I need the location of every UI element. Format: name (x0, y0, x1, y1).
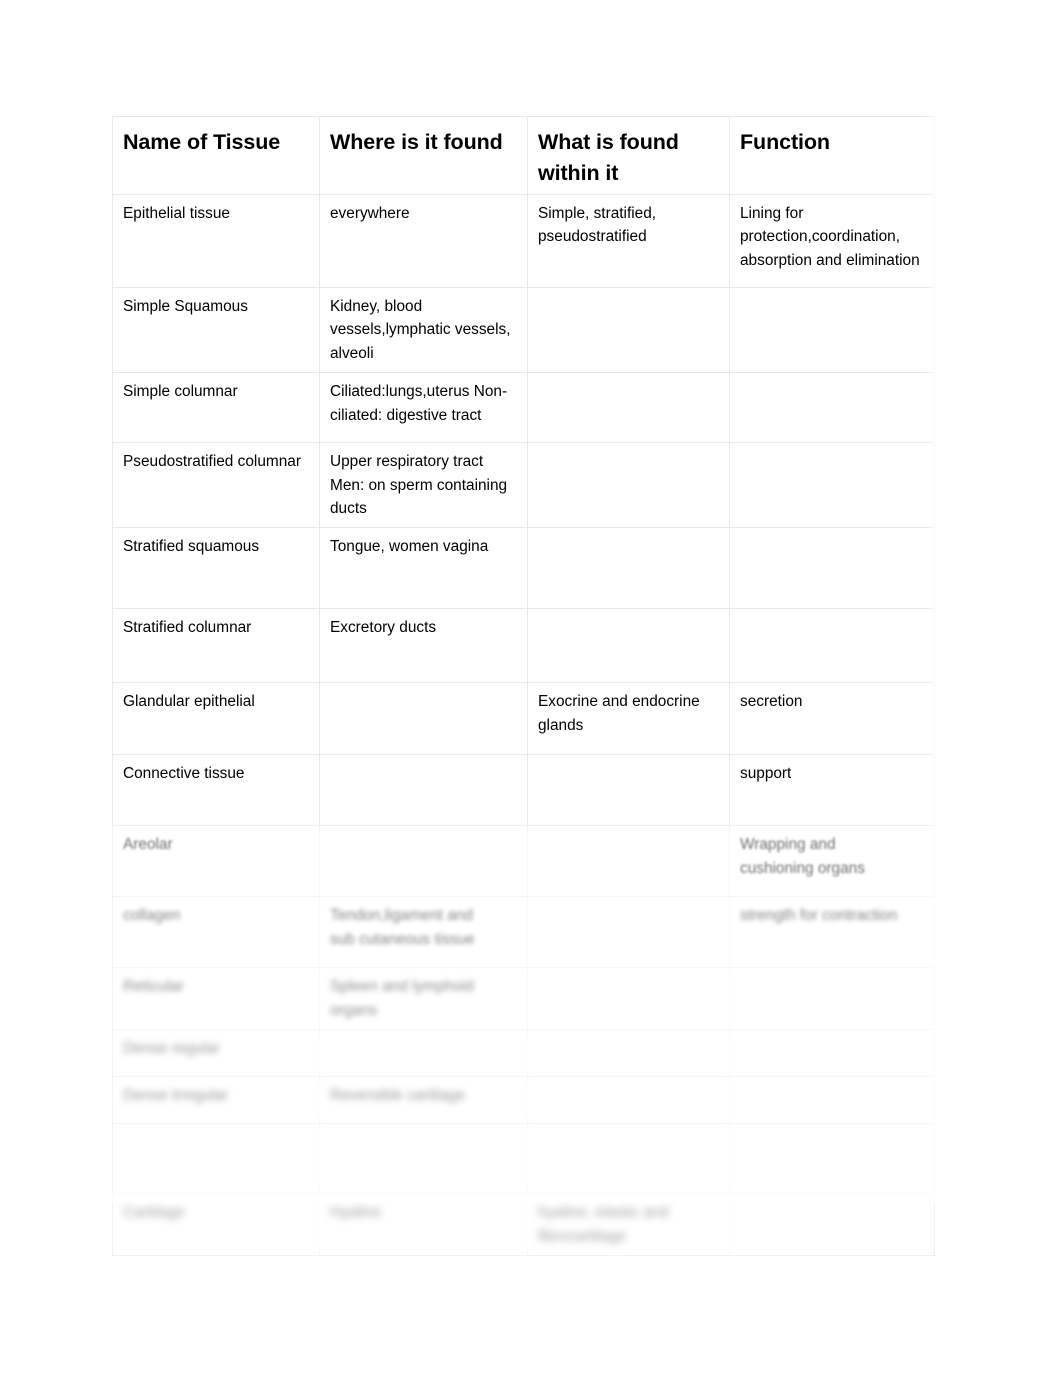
tissue-table: Name of Tissue Where is it found What is… (112, 115, 935, 1257)
cell-tissue-name-illegible: Dense regular (112, 1029, 320, 1078)
cell-function: support (729, 754, 935, 827)
cell-tissue-name: Pseudostratified columnar (112, 442, 320, 529)
table-row: Glandular epithelial Exocrine and endocr… (112, 682, 935, 756)
column-header-what-is-found-within-it: What is found within it (527, 115, 730, 196)
cell-tissue-name: Epithelial tissue (112, 194, 320, 289)
cell-function: secretion (729, 682, 935, 756)
tissue-table-container: Name of Tissue Where is it found What is… (112, 115, 935, 1257)
cell-where-found: Excretory ducts (319, 608, 528, 684)
cell-function (729, 287, 935, 374)
table-row: Stratified columnar Excretory ducts (112, 608, 935, 684)
cell-function-illegible (729, 1193, 935, 1257)
cell-where-found (319, 754, 528, 827)
cell-where-found-illegible (319, 1029, 528, 1078)
cell-where-found-illegible (319, 1123, 528, 1195)
cell-tissue-name-illegible (112, 1123, 320, 1195)
cell-function-illegible (729, 1076, 935, 1125)
cell-tissue-name-illegible: Cartilage (112, 1193, 320, 1257)
cell-tissue-name-illegible: collagen (112, 896, 320, 969)
cell-function-illegible: strength for contraction (729, 896, 935, 969)
table-row: Dense irregular Reversible cartilage (112, 1076, 935, 1125)
table-row: Areolar Wrapping and cushioning organs (112, 825, 935, 898)
table-row: Dense regular (112, 1029, 935, 1078)
table-row: Simple columnar Ciliated:lungs,uterus No… (112, 372, 935, 444)
column-header-where-is-it-found: Where is it found (319, 115, 528, 196)
cell-where-found (319, 825, 528, 898)
illegible-text-line: hyaline, elastic and (538, 1204, 669, 1222)
cell-where-found-illegible: Hyaline (319, 1193, 528, 1257)
cell-where-found: Ciliated:lungs,uterus Non-ciliated: dige… (319, 372, 528, 444)
illegible-text-line: Tendon,ligament and (330, 907, 473, 925)
cell-where-found (319, 682, 528, 756)
cell-found-within-illegible (527, 896, 730, 969)
cell-tissue-name: Simple Squamous (112, 287, 320, 374)
cell-function: Lining for protection,coordination, abso… (729, 194, 935, 289)
cell-found-within (527, 754, 730, 827)
cell-found-within-illegible (527, 967, 730, 1031)
cell-tissue-name: Simple columnar (112, 372, 320, 444)
column-header-name-of-tissue: Name of Tissue (112, 115, 320, 196)
cell-function-illegible (729, 1123, 935, 1195)
illegible-text-line: fibrocartilage (538, 1227, 627, 1245)
cell-function (729, 372, 935, 444)
cell-where-found: everywhere (319, 194, 528, 289)
illegible-text-line: sub cutaneous tissue (330, 930, 475, 948)
table-row: Connective tissue support (112, 754, 935, 827)
cell-function (729, 527, 935, 610)
cell-where-found: Kidney, blood vessels,lymphatic vessels,… (319, 287, 528, 374)
cell-found-within (527, 527, 730, 610)
cell-found-within-illegible (527, 1076, 730, 1125)
illegible-text-line: organs (330, 1001, 378, 1019)
table-row: Stratified squamous Tongue, women vagina (112, 527, 935, 610)
table-row: Epithelial tissue everywhere Simple, str… (112, 194, 935, 289)
cell-found-within-illegible (527, 1123, 730, 1195)
column-header-function: Function (729, 115, 935, 196)
cell-where-found-illegible: Tendon,ligament and sub cutaneous tissue (319, 896, 528, 969)
cell-tissue-name-illegible: Reticular (112, 967, 320, 1031)
cell-found-within (527, 372, 730, 444)
cell-found-within: Exocrine and endocrine glands (527, 682, 730, 756)
cell-tissue-name: Stratified squamous (112, 527, 320, 610)
cell-where-found-illegible: Reversible cartilage (319, 1076, 528, 1125)
illegible-text-line: cushioning organs (740, 859, 865, 877)
cell-function (729, 442, 935, 529)
cell-function (729, 608, 935, 684)
cell-where-found-illegible: Spleen and lymphoid organs (319, 967, 528, 1031)
cell-tissue-name: Stratified columnar (112, 608, 320, 684)
cell-found-within (527, 608, 730, 684)
table-row: Reticular Spleen and lymphoid organs (112, 967, 935, 1031)
cell-tissue-name: Glandular epithelial (112, 682, 320, 756)
table-row: collagen Tendon,ligament and sub cutaneo… (112, 896, 935, 969)
cell-function-illegible (729, 1029, 935, 1078)
illegible-text-line: Wrapping and (740, 836, 836, 854)
cell-found-within: Simple, stratified, pseudostratified (527, 194, 730, 289)
table-body: Epithelial tissue everywhere Simple, str… (112, 194, 935, 1257)
cell-found-within-illegible: hyaline, elastic and fibrocartilage (527, 1193, 730, 1257)
table-row: Cartilage Hyaline hyaline, elastic and f… (112, 1193, 935, 1257)
cell-found-within (527, 442, 730, 529)
cell-tissue-name: Connective tissue (112, 754, 320, 827)
table-header-row: Name of Tissue Where is it found What is… (112, 115, 935, 196)
cell-found-within-illegible (527, 1029, 730, 1078)
cell-where-found: Upper respiratory tract Men: on sperm co… (319, 442, 528, 529)
table-row: Pseudostratified columnar Upper respirat… (112, 442, 935, 529)
table-row: Simple Squamous Kidney, blood vessels,ly… (112, 287, 935, 374)
cell-tissue-name-illegible: Dense irregular (112, 1076, 320, 1125)
illegible-text-line: Spleen and lymphoid (330, 978, 474, 996)
document-page: Name of Tissue Where is it found What is… (0, 0, 1062, 1377)
cell-where-found: Tongue, women vagina (319, 527, 528, 610)
cell-found-within (527, 287, 730, 374)
table-row (112, 1123, 935, 1195)
cell-found-within (527, 825, 730, 898)
cell-tissue-name: Areolar (112, 825, 320, 898)
cell-function-illegible: Wrapping and cushioning organs (729, 825, 935, 898)
cell-function-illegible (729, 967, 935, 1031)
